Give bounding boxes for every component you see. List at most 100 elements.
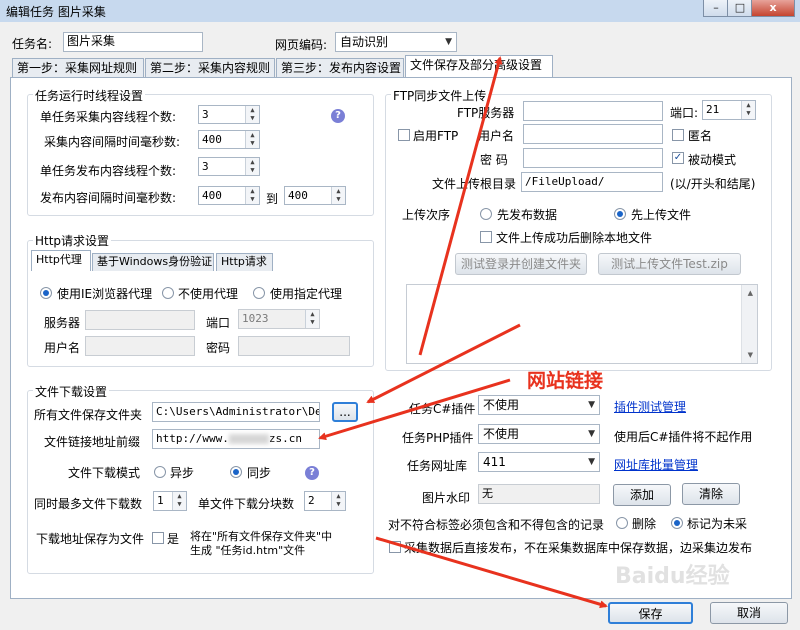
proxy-custom-radio[interactable] <box>253 287 265 299</box>
php-plugin-label: 任务PHP插件 <box>402 431 474 445</box>
order-publish-first-radio[interactable] <box>480 208 492 220</box>
ftp-user-input[interactable] <box>523 124 663 144</box>
prefix-input[interactable]: http://www. zs.cn <box>152 429 320 449</box>
cancel-button[interactable]: 取消 <box>710 602 788 624</box>
prefix-value-end: zs.cn <box>268 432 302 445</box>
tab-step3[interactable]: 第三步：发布内容设置 <box>276 58 404 78</box>
watermark-clear-button[interactable]: 清除 <box>682 483 740 505</box>
passive-mode-label: 被动模式 <box>688 153 737 167</box>
proxy-port-input[interactable]: 1023 ▲ ▼ <box>238 309 320 329</box>
spin-arrows-icon[interactable]: ▲ ▼ <box>741 101 755 119</box>
publish-threads-input[interactable]: 3 ▲ ▼ <box>198 157 260 176</box>
ftp-password-input[interactable] <box>523 148 663 168</box>
order-upload-first-radio[interactable] <box>614 208 626 220</box>
ftp-root-input[interactable]: /FileUpload/ <box>521 172 663 192</box>
collect-threads-input[interactable]: 3 ▲ ▼ <box>198 105 260 124</box>
anonymous-checkbox[interactable] <box>672 129 684 141</box>
ftp-enable-checkbox[interactable] <box>398 129 410 141</box>
chevron-down-icon: ▼ <box>588 429 595 439</box>
proxy-server-input[interactable] <box>85 310 195 330</box>
tab-step2[interactable]: 第二步：采集内容规则 <box>145 58 275 78</box>
url-library-select[interactable]: 411 ▼ <box>478 452 600 472</box>
to-label: 到 <box>266 192 279 206</box>
csharp-plugin-label: 任务C#插件 <box>409 402 476 416</box>
php-plugin-select[interactable]: 不使用 ▼ <box>478 424 600 444</box>
mode-async-radio[interactable] <box>154 466 166 478</box>
proxy-password-input[interactable] <box>238 336 350 356</box>
task-name-label: 任务名: <box>12 37 53 51</box>
minimize-button[interactable]: – <box>703 0 729 17</box>
spin-arrows-icon[interactable]: ▲ ▼ <box>305 310 319 328</box>
anonymous-label: 匿名 <box>688 129 713 143</box>
plugin-test-link[interactable]: 插件测试管理 <box>614 398 686 415</box>
url-library-label: 任务网址库 <box>407 459 468 473</box>
url-library-link[interactable]: 网址库批量管理 <box>614 456 698 473</box>
tab-windows-auth[interactable]: 基于Windows身份验证 <box>92 253 214 271</box>
mode-sync-radio[interactable] <box>230 466 242 478</box>
tab-step1[interactable]: 第一步：采集网址规则 <box>12 58 144 78</box>
delete-after-upload-label: 文件上传成功后删除本地文件 <box>496 231 653 245</box>
publish-interval-from-input[interactable]: 400 ▲ ▼ <box>198 186 260 205</box>
blocks-value: 2 <box>308 494 315 507</box>
delete-after-upload-checkbox[interactable] <box>480 231 492 243</box>
blocks-input[interactable]: 2 ▲ ▼ <box>304 491 346 511</box>
records-label: 对不符合标签必须包含和不得包含的记录 <box>388 518 605 532</box>
help-icon[interactable]: ? <box>305 466 319 480</box>
proxy-port-value: 1023 <box>242 312 269 325</box>
ftp-log-area[interactable]: ▲ ▼ <box>406 284 758 364</box>
watermark-input[interactable]: 无 <box>478 484 600 504</box>
save-folder-label: 所有文件保存文件夹 <box>34 408 143 422</box>
encoding-label: 网页编码: <box>275 38 328 52</box>
maximize-button[interactable]: □ <box>727 0 753 17</box>
scroll-up-icon[interactable]: ▲ <box>748 289 753 297</box>
proxy-ie-radio[interactable] <box>40 287 52 299</box>
prefix-value-start: http://www. <box>156 432 229 445</box>
annotation-label: 网站链接 <box>527 370 604 392</box>
collect-interval-label: 采集内容间隔时间毫秒数: <box>44 135 181 149</box>
ftp-server-label: FTP服务器 <box>457 106 515 120</box>
save-folder-input[interactable]: C:\Users\Administrator\Desk <box>152 402 320 422</box>
chevron-down-icon: ▼ <box>445 37 452 47</box>
close-button[interactable]: x <box>751 0 795 17</box>
ftp-user-label: 用户名 <box>478 129 515 143</box>
spin-arrows-icon[interactable]: ▲ ▼ <box>331 492 345 510</box>
publish-interval-label: 发布内容间隔时间毫秒数: <box>40 191 177 205</box>
csharp-plugin-select[interactable]: 不使用 ▼ <box>478 395 600 415</box>
task-name-input[interactable]: 图片采集 <box>63 32 203 52</box>
ftp-server-input[interactable] <box>523 101 663 121</box>
proxy-port-label: 端口 <box>206 316 231 330</box>
scroll-down-icon[interactable]: ▼ <box>748 351 753 359</box>
spin-arrows-icon[interactable]: ▲ ▼ <box>245 158 259 175</box>
spin-arrows-icon[interactable]: ▲ ▼ <box>245 187 259 204</box>
proxy-none-radio[interactable] <box>162 287 174 299</box>
max-downloads-label: 同时最多文件下载数 <box>34 497 143 511</box>
publish-interval-to-value: 400 <box>288 189 308 202</box>
proxy-user-input[interactable] <box>85 336 195 356</box>
ftp-password-label: 密 码 <box>480 153 508 167</box>
test-login-button[interactable]: 测试登录并创建文件夹 <box>455 253 587 275</box>
tab-file-save-advanced[interactable]: 文件保存及部分高级设置 <box>405 55 553 78</box>
tab-http-proxy[interactable]: Http代理 <box>31 250 91 271</box>
records-mark-radio[interactable] <box>671 517 683 529</box>
help-icon[interactable]: ? <box>331 109 345 123</box>
baidu-watermark: Baidu经验 <box>615 564 730 589</box>
max-downloads-input[interactable]: 1 ▲ ▼ <box>153 491 187 511</box>
spin-arrows-icon[interactable]: ▲ ▼ <box>245 131 259 148</box>
direct-publish-checkbox[interactable] <box>389 541 401 553</box>
spin-arrows-icon[interactable]: ▲ ▼ <box>331 187 345 204</box>
publish-interval-to-input[interactable]: 400 ▲ ▼ <box>284 186 346 205</box>
tab-http-request[interactable]: Http请求 <box>216 253 273 271</box>
spin-arrows-icon[interactable]: ▲ ▼ <box>172 492 186 510</box>
browse-button[interactable]: ... <box>332 402 358 422</box>
encoding-select[interactable]: 自动识别 ▼ <box>335 32 457 52</box>
ftp-port-input[interactable]: 21 ▲ ▼ <box>702 100 756 120</box>
watermark-add-button[interactable]: 添加 <box>613 484 671 506</box>
records-delete-radio[interactable] <box>616 517 628 529</box>
save-as-file-checkbox[interactable] <box>152 532 164 544</box>
watermark-label: 图片水印 <box>422 491 471 505</box>
collect-interval-input[interactable]: 400 ▲ ▼ <box>198 130 260 149</box>
spin-arrows-icon[interactable]: ▲ ▼ <box>245 106 259 123</box>
save-button[interactable]: 保存 <box>608 602 693 624</box>
passive-mode-checkbox[interactable]: ✓ <box>672 152 684 164</box>
test-upload-button[interactable]: 测试上传文件Test.zip <box>598 253 741 275</box>
